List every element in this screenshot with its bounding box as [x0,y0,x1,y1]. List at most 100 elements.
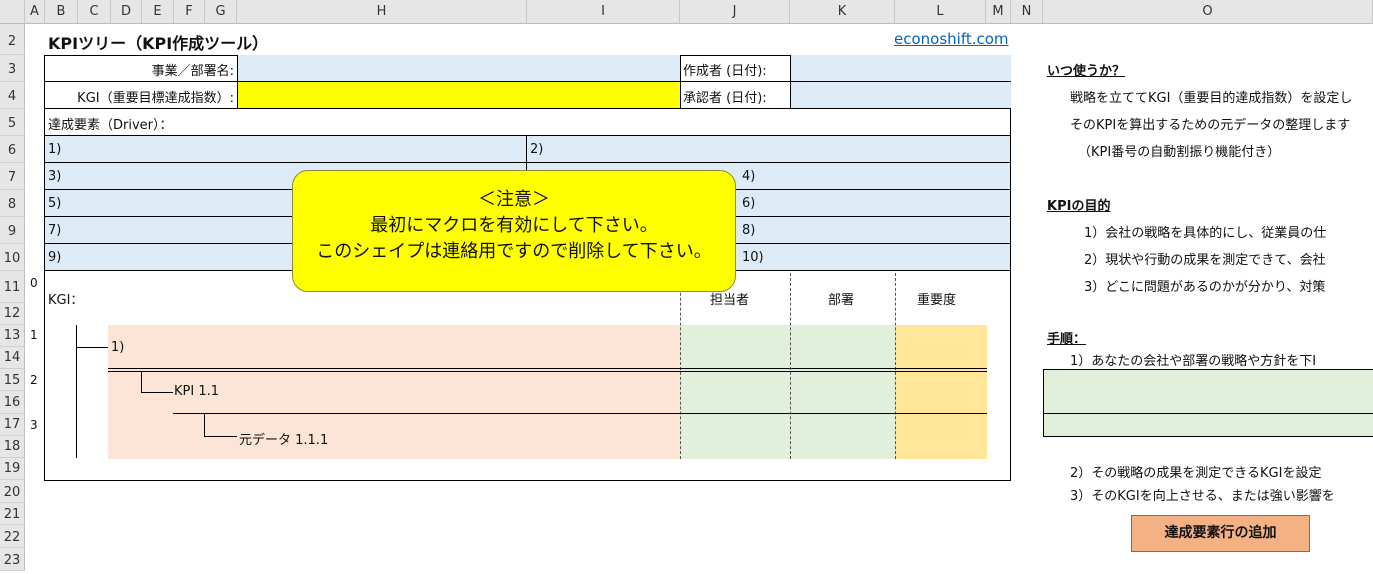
row-header-6[interactable]: 6 [0,136,25,163]
row-header-12[interactable]: 12 [0,303,25,325]
tree-kpi-branch [141,392,173,393]
column-header-i[interactable]: I [527,0,680,24]
priority-column-divider [895,273,896,459]
kgi-row-label: KGI： [48,293,84,308]
driver-3-label: 3) [48,169,62,184]
dept-label: 事業／部署名: [151,64,234,79]
purpose-title: KPIの目的 [1047,199,1111,214]
column-header-n[interactable]: N [1011,0,1043,24]
driver-5-label: 5) [48,196,62,211]
dept-input[interactable] [237,55,680,82]
strategy-input-1[interactable] [1043,369,1373,392]
when-title: いつ使うか？ [1047,64,1126,79]
when-line-2: そのKPIを算出するための元データの整理します [1070,118,1351,133]
column-header-c[interactable]: C [78,0,111,24]
add-driver-row-button[interactable]: 達成要素行の追加 [1131,515,1310,552]
site-link[interactable]: econoshift.com [894,30,1009,48]
notice-line-3: このシェイプは連絡用ですので削除して下さい。 [316,241,712,262]
column-header-o[interactable]: O [1043,0,1373,24]
driver-1-label: 1) [48,142,62,157]
column-header-m[interactable]: M [986,0,1011,24]
column-header-b[interactable]: B [45,0,78,24]
level-1: 1 [30,328,38,342]
purpose-line-2: 2）現状や行動の成果を測定できて、会社 [1084,253,1326,268]
strategy-input-3[interactable] [1043,414,1373,437]
driver-9-label: 9) [48,250,62,265]
level1-separator-b [108,371,987,372]
column-header-a[interactable]: A [25,0,45,24]
column-header-h[interactable]: H [237,0,527,24]
row-header-14[interactable]: 14 [0,347,25,369]
notice-title: ＜注意＞ [478,189,550,210]
tree-source-stem [204,414,205,436]
row-header-21[interactable]: 21 [0,503,25,525]
column-header-k[interactable]: K [790,0,895,24]
column-header-g[interactable]: G [205,0,237,24]
select-all-corner[interactable] [0,0,25,24]
row-header-17[interactable]: 17 [0,414,25,436]
when-line-3: （KPI番号の自動割振り機能付き） [1078,145,1281,160]
tree-node-source[interactable]: 元データ 1.1.1 [239,429,328,448]
column-header-j[interactable]: J [680,0,790,24]
macro-notice-shape[interactable]: ＜注意＞ 最初にマクロを有効にして下さい。 このシェイプは連絡用ですので削除して… [292,170,736,292]
row-header-22[interactable]: 22 [0,525,25,548]
creator-input[interactable] [790,55,1011,82]
purpose-line-3: 3）どこに問題があるのかが分かり、対策 [1084,280,1326,295]
column-header-l[interactable]: L [895,0,986,24]
row-header-5[interactable]: 5 [0,109,25,136]
row-header-7[interactable]: 7 [0,163,25,190]
driver-8-label: 8) [742,223,756,238]
tree-source-branch [204,436,237,437]
tree-kpi-stem [141,371,142,393]
tree-node-kpi[interactable]: KPI 1.1 [174,384,219,399]
row-header-20[interactable]: 20 [0,480,25,503]
row-header-9[interactable]: 9 [0,217,25,244]
level-0: 0 [30,276,38,290]
row-header-4[interactable]: 4 [0,82,25,109]
step-2: 2）その戦略の成果を測定できるKGIを設定 [1070,466,1322,481]
tree-node-1[interactable]: 1) [111,340,124,355]
strategy-input-2[interactable] [1043,391,1373,414]
approver-input[interactable] [790,82,1011,109]
driver-2-label: 2) [530,142,544,157]
approver-label: 承認者 (日付): [683,91,767,106]
owner-column-divider [680,273,681,459]
driver-4-label: 4) [742,169,756,184]
driver-10-label: 10) [742,250,764,265]
priority-header: 重要度 [917,293,957,308]
driver-6-label: 6) [742,196,756,211]
level-3: 3 [30,418,38,432]
row-header-2[interactable]: 2 [0,24,25,55]
priority-area[interactable] [895,325,987,459]
kgi-input[interactable] [237,82,680,109]
column-header-f[interactable]: F [174,0,205,24]
when-line-1: 戦略を立ててKGI（重要目的達成指数）を設定し [1070,91,1353,106]
row-header-16[interactable]: 16 [0,391,25,414]
driver-2-input[interactable] [527,136,1010,163]
creator-label: 作成者 (日付): [683,64,767,79]
row-header-13[interactable]: 13 [0,325,25,347]
notice-line-2: 最初にマクロを有効にして下さい。 [370,215,658,236]
row-header-15[interactable]: 15 [0,369,25,391]
dept-header: 部署 [828,293,855,308]
driver-1-input[interactable] [45,136,527,163]
level-2: 2 [30,373,38,387]
dept-column-divider [790,273,791,459]
row-header-3[interactable]: 3 [0,55,25,82]
tree-branch-1 [76,347,108,348]
row-header-8[interactable]: 8 [0,190,25,217]
purpose-line-1: 1）会社の戦略を具体的にし、従業員の仕 [1084,226,1327,241]
row-header-19[interactable]: 19 [0,458,25,480]
column-header-e[interactable]: E [142,0,174,24]
row-header-23[interactable]: 23 [0,548,25,571]
level1-separator-a [108,368,987,369]
sheet-title: KPIツリー（KPI作成ツール） [48,34,269,53]
driver-7-label: 7) [48,223,62,238]
owner-dept-area[interactable] [680,325,895,459]
row3-bottom-border [44,81,237,82]
row-header-10[interactable]: 10 [0,244,25,271]
row-header-11[interactable]: 11 [0,271,25,303]
column-header-d[interactable]: D [111,0,142,24]
step-1: 1）あなたの会社や部署の戦略や方針を下I [1070,354,1317,369]
row-header-18[interactable]: 18 [0,436,25,458]
